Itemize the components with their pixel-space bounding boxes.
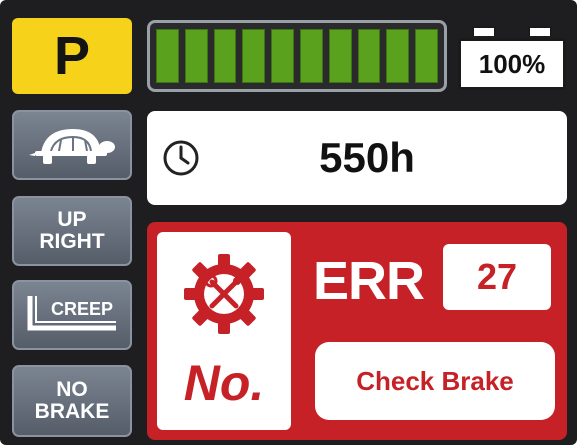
- turtle-icon: [29, 129, 115, 164]
- hours-value: 550h: [319, 134, 415, 181]
- battery-segment: [156, 29, 179, 83]
- battery-segment: [328, 29, 352, 83]
- battery-terminal-left: [472, 26, 496, 36]
- battery-segment: [242, 29, 266, 83]
- no-brake-line1: NO: [56, 377, 88, 401]
- battery-level-bar: [147, 20, 447, 92]
- no-brake-button[interactable]: NO BRAKE: [12, 365, 132, 437]
- battery-segments: [156, 29, 438, 83]
- upright-button[interactable]: UP RIGHT: [12, 196, 132, 266]
- upright-line1: UP: [57, 207, 87, 231]
- error-message[interactable]: Check Brake: [315, 342, 555, 420]
- creep-button[interactable]: CREEP: [12, 280, 132, 350]
- battery-percent: 100%: [478, 48, 546, 79]
- error-number-label: No.: [183, 355, 265, 411]
- park-label: P: [53, 26, 91, 86]
- battery-body: 100%: [458, 38, 566, 90]
- battery-segment: [271, 29, 294, 83]
- slow-mode-button[interactable]: [12, 110, 132, 180]
- battery-terminal-right: [528, 26, 552, 36]
- battery-segment: [213, 29, 237, 83]
- battery-icon: 100%: [458, 26, 566, 90]
- battery-segment: [386, 29, 410, 83]
- error-code: 27: [443, 244, 551, 310]
- no-brake-line2: BRAKE: [34, 400, 110, 423]
- battery-segment: [184, 29, 208, 83]
- creep-label: CREEP: [50, 298, 113, 319]
- hour-meter: 550h: [147, 111, 567, 205]
- error-panel: No. ERR 27 Check Brake: [147, 222, 567, 440]
- dashboard-screen: P UP RIGHT CREEP NO BRAKE 100% 550h No. …: [0, 0, 577, 445]
- battery-segment: [357, 29, 381, 83]
- err-label: ERR: [313, 251, 425, 311]
- battery-segment: [415, 29, 438, 83]
- gear-wrench-icon: [184, 254, 264, 334]
- error-icon-box: No.: [157, 232, 291, 430]
- battery-segment: [299, 29, 323, 83]
- upright-line2: RIGHT: [39, 230, 105, 253]
- park-indicator[interactable]: P: [12, 18, 132, 94]
